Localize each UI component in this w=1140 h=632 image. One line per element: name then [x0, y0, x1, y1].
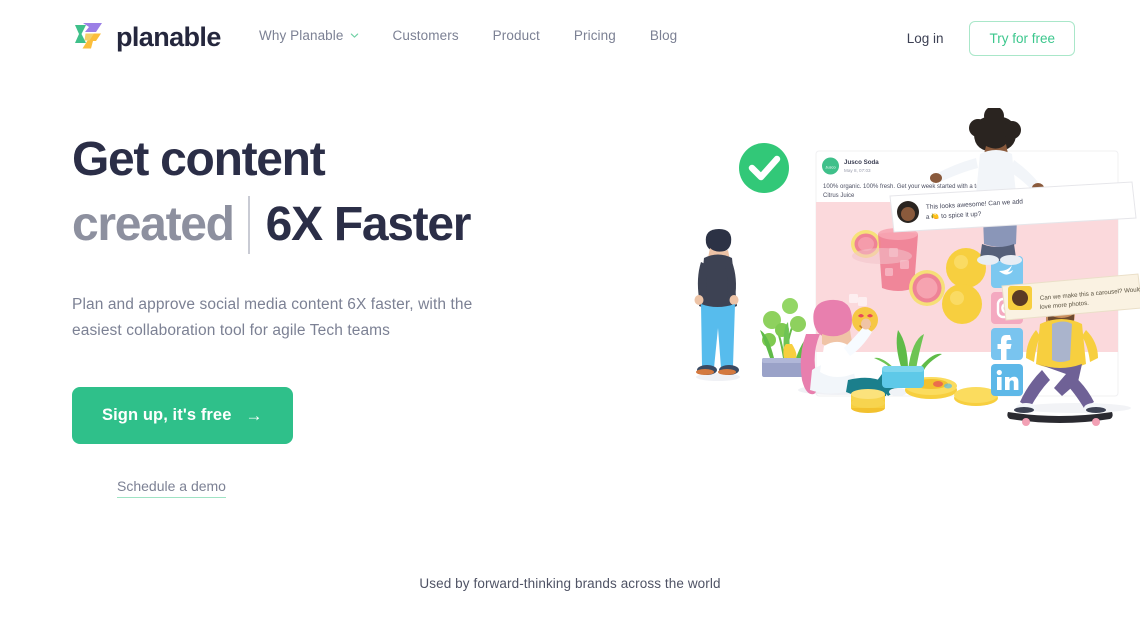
primary-nav: Why Planable Customers Product Pricing B… [259, 28, 677, 43]
site-header: planable Why Planable Customers Product … [0, 0, 1140, 73]
hero-cta-group: Sign up, it's free → Schedule a demo [72, 387, 632, 499]
nav-label: Product [492, 28, 540, 43]
nav-label: Why Planable [259, 28, 344, 43]
figure-standing-man [694, 229, 740, 381]
headline-line-1: Get content [72, 133, 326, 186]
schedule-demo-link[interactable]: Schedule a demo [117, 478, 226, 499]
svg-text:Jusco: Jusco [825, 165, 836, 170]
try-for-free-button[interactable]: Try for free [969, 21, 1075, 56]
login-link[interactable]: Log in [907, 31, 944, 46]
nav-label: Pricing [573, 28, 616, 43]
headline-strong-word: 6X Faster [265, 198, 472, 252]
signup-button-label: Sign up, it's free [102, 406, 232, 425]
brand-name: planable [116, 21, 221, 52]
planable-pinwheel-logo [72, 20, 106, 54]
headline-muted-word: created [72, 198, 235, 252]
page-title: Get content created 6X Faster [72, 128, 632, 257]
headline-divider [247, 196, 250, 255]
nav-label: Blog [649, 28, 678, 43]
arrow-right-icon: → [245, 406, 263, 426]
header-actions: Log in Try for free [907, 21, 1075, 56]
social-proof-caption: Used by forward-thinking brands across t… [419, 576, 721, 591]
landing-page: planable Why Planable Customers Product … [0, 0, 1140, 632]
svg-text:Citrus Juice: Citrus Juice [823, 193, 855, 199]
nav-label: Customers [392, 28, 459, 43]
nav-item-product[interactable]: Product [493, 28, 540, 43]
brand-logo[interactable]: planable [72, 20, 221, 54]
nav-item-customers[interactable]: Customers [393, 28, 459, 43]
hero-content: Get content created 6X Faster Plan and a… [72, 128, 632, 499]
svg-text:May 8, 07:03: May 8, 07:03 [844, 168, 871, 173]
nav-item-pricing[interactable]: Pricing [574, 28, 616, 43]
chevron-down-icon [350, 31, 359, 40]
headline-line-2: created 6X Faster [72, 193, 632, 256]
hero-illustration: Jusco Jusco Soda May 8, 07:03 100% organ… [686, 108, 1140, 430]
signup-button[interactable]: Sign up, it's free → [72, 387, 293, 445]
hero-subtitle: Plan and approve social media content 6X… [72, 295, 473, 340]
nav-item-blog[interactable]: Blog [650, 28, 677, 43]
nav-item-why-planable[interactable]: Why Planable [259, 28, 359, 43]
svg-text:Jusco Soda: Jusco Soda [844, 159, 879, 166]
